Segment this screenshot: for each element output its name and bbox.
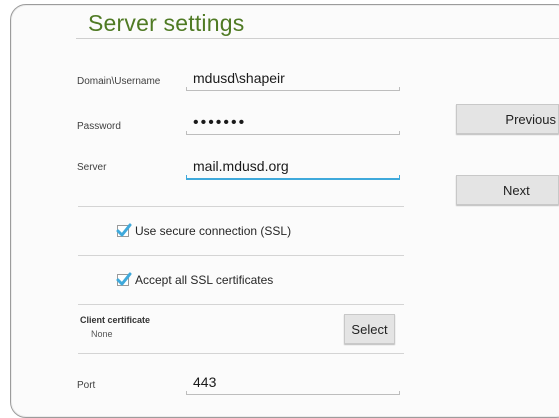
ssl-checkbox[interactable]	[116, 223, 132, 237]
password-label: Password	[77, 121, 121, 132]
page-title: Server settings	[88, 10, 245, 36]
username-label: Domain\Username	[77, 76, 161, 87]
username-value[interactable]: mdusd\shapeir	[193, 70, 285, 86]
checkmark-icon	[116, 223, 132, 237]
client-certificate-title: Client certificate	[80, 315, 151, 325]
divider	[78, 304, 404, 305]
accept-all-option[interactable]: Accept all SSL certificates	[116, 272, 274, 287]
previous-button[interactable]: Previous	[456, 104, 559, 134]
select-certificate-button[interactable]: Select	[344, 314, 395, 344]
server-label: Server	[77, 162, 107, 173]
checkmark-icon	[116, 272, 132, 286]
server-underline	[186, 175, 400, 180]
next-button[interactable]: Next	[456, 175, 559, 205]
accept-all-label: Accept all SSL certificates	[135, 273, 274, 287]
ssl-option[interactable]: Use secure connection (SSL)	[116, 223, 292, 238]
dialog-frame	[10, 4, 559, 418]
password-underline	[186, 131, 400, 135]
port-underline	[186, 391, 400, 395]
server-value[interactable]: mail.mdusd.org	[193, 158, 289, 174]
username-underline	[186, 87, 400, 91]
divider	[78, 206, 404, 207]
client-certificate-value: None	[91, 329, 113, 339]
divider	[78, 353, 404, 354]
divider	[78, 255, 404, 256]
ssl-label: Use secure connection (SSL)	[135, 224, 292, 238]
password-value[interactable]: •••••••	[193, 115, 246, 131]
title-divider	[76, 38, 559, 39]
accept-all-checkbox[interactable]	[116, 272, 132, 286]
port-value[interactable]: 443	[193, 374, 216, 390]
port-label: Port	[77, 380, 96, 391]
